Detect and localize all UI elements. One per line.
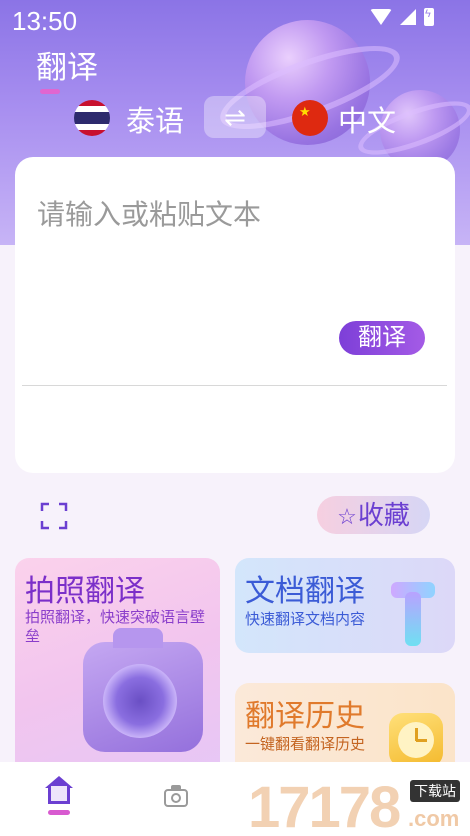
photo-translate-title: 拍照翻译 bbox=[25, 574, 145, 609]
battery-icon bbox=[424, 8, 434, 26]
nav-camera-tab[interactable] bbox=[162, 780, 192, 820]
watermark-number: 17178 bbox=[248, 775, 401, 836]
translate-button[interactable]: 翻译 bbox=[339, 321, 425, 355]
translation-history-subtitle: 一键翻看翻译历史 bbox=[245, 735, 366, 753]
page-title: 翻译 bbox=[36, 50, 98, 86]
watermark-tag: 下载站 bbox=[410, 780, 460, 802]
china-flag-icon[interactable]: ★ bbox=[292, 100, 328, 136]
wifi-icon bbox=[370, 9, 392, 25]
status-icons bbox=[370, 8, 434, 26]
status-bar: 13:50 bbox=[0, 0, 470, 40]
card-divider bbox=[22, 385, 447, 386]
active-tab-indicator bbox=[48, 810, 70, 815]
translation-history-title: 翻译历史 bbox=[245, 699, 365, 734]
input-card[interactable]: 请输入或粘贴文本 翻译 bbox=[15, 157, 455, 473]
document-translate-card[interactable]: 文档翻译 快速翻译文档内容 bbox=[235, 558, 455, 653]
favorite-label: 收藏 bbox=[357, 500, 410, 530]
document-translate-title: 文档翻译 bbox=[245, 574, 365, 609]
text-t-illustration-icon bbox=[391, 582, 435, 646]
nav-home-tab[interactable] bbox=[45, 776, 75, 820]
text-input[interactable]: 请输入或粘贴文本 bbox=[37, 193, 261, 233]
clock-illustration-icon bbox=[389, 713, 443, 767]
photo-translate-card[interactable]: 拍照翻译 拍照翻译，快速突破语言壁垒 bbox=[15, 558, 220, 778]
camera-illustration-icon bbox=[83, 628, 203, 752]
signal-icon bbox=[400, 9, 416, 25]
swap-languages-button[interactable]: ⇌ bbox=[204, 96, 266, 138]
watermark-logo: 17178 下载站 .com bbox=[248, 775, 470, 836]
star-icon: ☆ bbox=[337, 504, 357, 529]
language-selector: 泰语 ⇌ ★ 中文 bbox=[0, 96, 470, 140]
watermark-domain: .com bbox=[408, 806, 460, 831]
scan-icon[interactable] bbox=[40, 502, 68, 530]
favorite-button[interactable]: ☆收藏 bbox=[317, 496, 430, 534]
thailand-flag-icon[interactable] bbox=[74, 100, 110, 136]
status-time: 13:50 bbox=[12, 6, 78, 36]
source-language-label[interactable]: 泰语 bbox=[126, 98, 184, 140]
target-language-label[interactable]: 中文 bbox=[338, 98, 396, 140]
title-underline bbox=[40, 89, 60, 94]
document-translate-subtitle: 快速翻译文档内容 bbox=[245, 610, 366, 628]
